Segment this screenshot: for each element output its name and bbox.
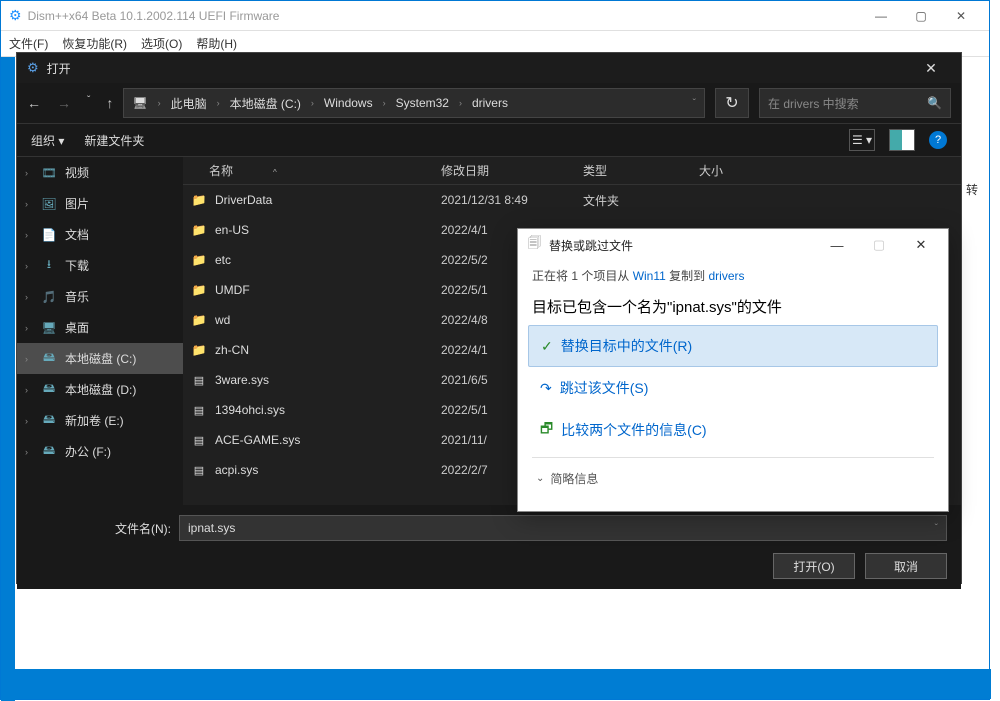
filename-input[interactable]: ipnat.sysˇ bbox=[179, 515, 947, 541]
app-icon: ⚙ bbox=[9, 7, 22, 24]
replace-titlebar: 🗐 替换或跳过文件 — ▢ ✕ bbox=[518, 229, 948, 261]
open-close-button[interactable]: ✕ bbox=[911, 60, 951, 77]
sidebar: ›🎞视频›🖼图片›📄文档›⭳下载›🎵音乐›🖥桌面›🖴本地磁盘 (C:)›🖴本地磁… bbox=[17, 157, 183, 505]
replace-dialog: 🗐 替换或跳过文件 — ▢ ✕ 正在将 1 个项目从 Win11 复制到 dri… bbox=[517, 228, 949, 512]
file-row[interactable]: 📁DriverData2021/12/31 8:49文件夹 bbox=[183, 185, 961, 215]
replace-option[interactable]: ✓ 替换目标中的文件(R) bbox=[528, 325, 938, 367]
sidebar-item[interactable]: ›🎞视频 bbox=[17, 157, 183, 188]
skip-option[interactable]: ↷ 跳过该文件(S) bbox=[528, 367, 938, 409]
nav-arrows: ← → ˇ ↑ bbox=[27, 95, 113, 111]
open-navbar: ← → ˇ ↑ 🖥› 此电脑› 本地磁盘 (C:)› Windows› Syst… bbox=[17, 83, 961, 123]
open-footer: 文件名(N): ipnat.sysˇ 打开(O) 取消 bbox=[17, 505, 961, 589]
organize-menu[interactable]: 组织 ▾ bbox=[31, 132, 64, 149]
breadcrumb[interactable]: 🖥› 此电脑› 本地磁盘 (C:)› Windows› System32› dr… bbox=[123, 88, 705, 118]
newfolder-button[interactable]: 新建文件夹 bbox=[84, 132, 144, 149]
sidebar-item[interactable]: ›🖼图片 bbox=[17, 188, 183, 219]
open-titlebar: ⚙ 打开 ✕ bbox=[17, 53, 961, 83]
sidebar-item[interactable]: ›🎵音乐 bbox=[17, 281, 183, 312]
sidebar-item[interactable]: ›🖴本地磁盘 (D:) bbox=[17, 374, 183, 405]
forward-button[interactable]: → bbox=[57, 95, 71, 111]
replace-title: 替换或跳过文件 bbox=[549, 237, 812, 254]
open-toolbar: 组织 ▾ 新建文件夹 ☰ ▾ ? bbox=[17, 123, 961, 157]
copy-icon: 🗐 bbox=[528, 234, 541, 256]
preview-button[interactable] bbox=[889, 129, 915, 151]
replace-max-button[interactable]: ▢ bbox=[862, 237, 896, 253]
up-button[interactable]: ↑ bbox=[106, 95, 113, 111]
close-button[interactable]: ✕ bbox=[941, 2, 981, 30]
bottom-strip bbox=[1, 669, 991, 699]
replace-min-button[interactable]: — bbox=[820, 238, 854, 253]
sidebar-item[interactable]: ›🖴新加卷 (E:) bbox=[17, 405, 183, 436]
more-info[interactable]: ⌄ 简略信息 bbox=[518, 462, 948, 495]
menu-options[interactable]: 选项(O) bbox=[141, 35, 182, 52]
filename-label: 文件名(N): bbox=[31, 520, 171, 537]
sidebar-item[interactable]: ›🖥桌面 bbox=[17, 312, 183, 343]
chevron-down-icon: ⌄ bbox=[536, 473, 544, 484]
menu-help[interactable]: 帮助(H) bbox=[196, 35, 237, 52]
sidebar-item[interactable]: ›⭳下载 bbox=[17, 250, 183, 281]
compare-icon: 🗗 bbox=[540, 418, 553, 442]
compare-option[interactable]: 🗗 比较两个文件的信息(C) bbox=[528, 409, 938, 451]
open-button[interactable]: 打开(O) bbox=[773, 553, 855, 579]
open-icon: ⚙ bbox=[27, 60, 39, 76]
sidebar-item[interactable]: ›🖴办公 (F:) bbox=[17, 436, 183, 467]
column-headers: 名称^ 修改日期 类型 大小 bbox=[183, 157, 961, 185]
replace-message: 目标已包含一个名为"ipnat.sys"的文件 bbox=[518, 290, 948, 319]
help-button[interactable]: ? bbox=[929, 131, 947, 149]
minimize-button[interactable]: — bbox=[861, 2, 901, 30]
skip-icon: ↷ bbox=[540, 380, 552, 397]
maximize-button[interactable]: ▢ bbox=[901, 2, 941, 30]
replace-close-button[interactable]: ✕ bbox=[904, 237, 938, 253]
sidebar-item[interactable]: ›📄文档 bbox=[17, 219, 183, 250]
check-icon: ✓ bbox=[541, 338, 553, 355]
chevron-down-icon[interactable]: ˇ bbox=[693, 98, 696, 109]
menu-restore[interactable]: 恢复功能(R) bbox=[62, 35, 127, 52]
main-titlebar: ⚙ Dism++x64 Beta 10.1.2002.114 UEFI Firm… bbox=[1, 1, 989, 31]
search-input[interactable]: 在 drivers 中搜索 🔍 bbox=[759, 88, 951, 118]
recent-button[interactable]: ˇ bbox=[87, 95, 90, 111]
view-button[interactable]: ☰ ▾ bbox=[849, 129, 875, 151]
window-title: Dism++x64 Beta 10.1.2002.114 UEFI Firmwa… bbox=[28, 9, 861, 23]
left-strip bbox=[1, 57, 15, 701]
sidebar-item[interactable]: ›🖴本地磁盘 (C:) bbox=[17, 343, 183, 374]
menu-file[interactable]: 文件(F) bbox=[9, 35, 48, 52]
divider bbox=[532, 457, 934, 458]
replace-intro: 正在将 1 个项目从 Win11 复制到 drivers bbox=[518, 261, 948, 290]
refresh-button[interactable]: ↻ bbox=[715, 88, 749, 118]
back-button[interactable]: ← bbox=[27, 95, 41, 111]
open-title: 打开 bbox=[47, 60, 911, 77]
cancel-button[interactable]: 取消 bbox=[865, 553, 947, 579]
pc-icon: 🖥 bbox=[132, 96, 147, 110]
search-icon: 🔍 bbox=[927, 96, 942, 110]
